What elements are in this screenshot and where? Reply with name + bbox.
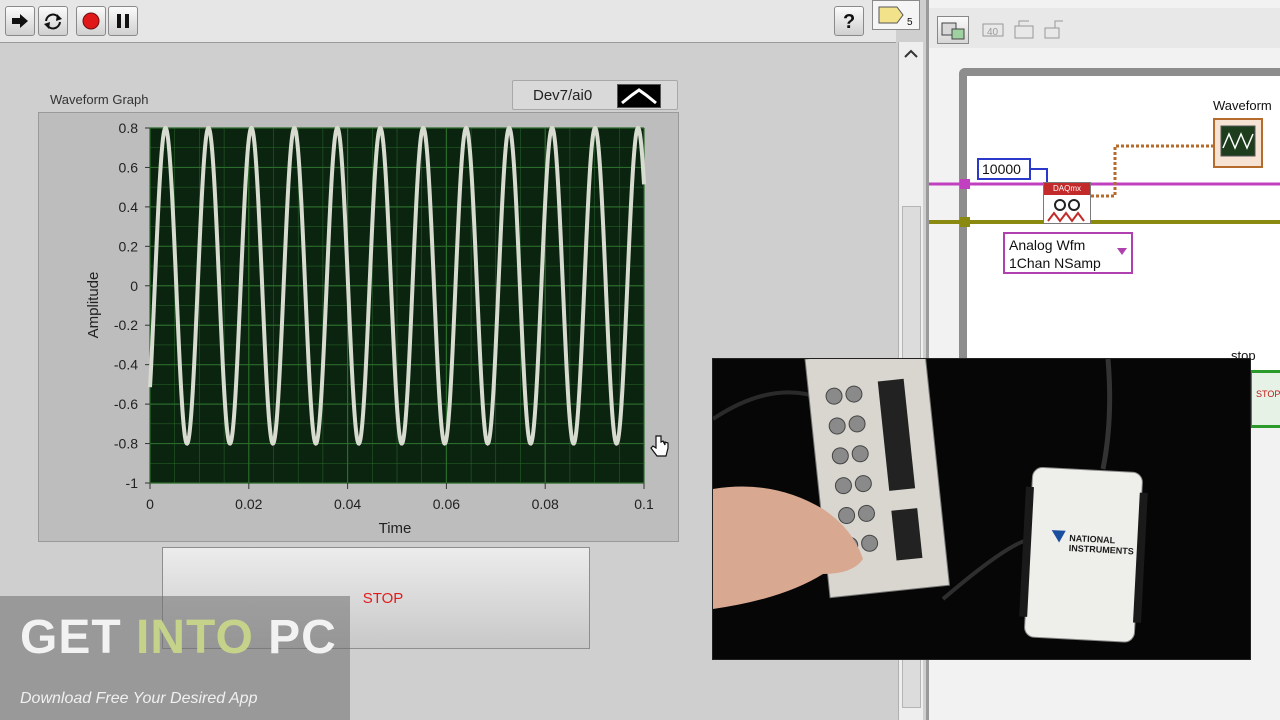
abort-button[interactable] [76,6,106,36]
daqmx-read-vi[interactable]: DAQmx [1043,182,1091,224]
daqmx-vi-label: DAQmx [1044,183,1090,195]
svg-text:?: ? [843,11,855,32]
graph-label: Waveform Graph [50,92,149,107]
daqmx-glasses-icon [1047,199,1085,223]
numeric-wire [1031,168,1048,182]
y-tick-label: -1 [126,475,139,491]
front-panel-toolbar: ? [0,0,896,43]
pause-icon [117,14,129,28]
polymorphic-selector[interactable]: Analog Wfm 1Chan NSamp [1003,232,1133,274]
vi-icon[interactable]: 5 [872,0,920,30]
physical-channel-control[interactable]: Dev7/ai0 [512,80,678,110]
context-help-button[interactable]: ? [834,6,864,36]
error-tunnel [960,217,970,227]
y-tick-label: -0.6 [114,396,138,412]
watermark-title: GET INTO PC [20,610,337,665]
daq-hardware-photo: NATIONAL INSTRUMENTS [713,359,1148,643]
stop-circle-icon [82,12,100,30]
channel-browse-button[interactable] [617,84,661,108]
watermark-subtitle: Download Free Your Desired App [20,690,258,707]
x-tick-label: 0.08 [532,496,559,512]
dropdown-arrow-icon[interactable] [1117,248,1127,256]
y-tick-label: 0.6 [119,159,139,175]
waveform-wire [1091,144,1213,198]
waveform-graph: 0.8 0.6 0.4 0.2 0 -0.2 -0.4 -0.6 -0.8 -1 0 0.02 0.0… [85,120,669,537]
x-tick-label: 0.02 [235,496,262,512]
y-tick-label: -0.4 [114,357,138,373]
help-question-icon: ? [843,11,855,32]
hand-cursor-icon [650,435,669,457]
watermark-title-part2: INTO [136,611,254,664]
waveform-graph-terminal[interactable] [1213,118,1263,168]
selector-line-1: Analog Wfm [1009,237,1086,253]
y-tick-label: 0 [130,278,138,294]
stop-terminal-text: STOP [1256,389,1280,399]
vi-icon-number: 5 [907,17,913,28]
stop-terminal[interactable]: STOP [1249,370,1280,428]
physical-channel-value: Dev7/ai0 [533,87,593,104]
waveform-terminal-label: Waveform [1213,98,1272,113]
watermark-title-part3: PC [253,611,337,664]
y-tick-label: 0.4 [119,199,139,215]
x-tick-label: 0.04 [334,496,361,512]
graph-terminal-icon [1220,125,1256,157]
task-tunnel [960,179,970,189]
ni-usb-device: NATIONAL INSTRUMENTS [1019,467,1148,643]
channel-waveform-icon [621,88,657,105]
x-tick-label: 0 [146,496,154,512]
x-axis-title: Time [379,520,412,537]
x-axis: 0 0.02 0.04 0.06 0.08 0.1 [146,483,654,512]
y-tick-label: 0.8 [119,120,139,136]
x-tick-label: 0.1 [634,496,654,512]
hardware-video-overlay: NATIONAL INSTRUMENTS [712,358,1251,660]
y-tick-label: 0.2 [119,238,139,254]
pause-button[interactable] [108,6,138,36]
watermark-overlay: GET INTO PC Download Free Your Desired A… [0,596,350,720]
watermark-title-part1: GET [20,611,137,664]
run-continuously-button[interactable] [38,6,68,36]
y-axis-title: Amplitude [85,272,102,339]
samples-constant[interactable]: 10000 [977,158,1031,180]
run-arrow-icon [12,14,28,28]
selector-line-2: 1Chan NSamp [1009,255,1101,271]
run-continuously-icon [44,13,62,30]
y-axis: 0.8 0.6 0.4 0.2 0 -0.2 -0.4 -0.6 -0.8 -1 [114,120,150,491]
scroll-up-arrow-icon[interactable] [899,44,923,64]
vi-connector-icon: 5 [878,6,913,28]
x-tick-label: 0.06 [433,496,460,512]
y-tick-label: -0.2 [114,317,138,333]
run-button[interactable] [5,6,35,36]
y-tick-label: -0.8 [114,436,138,452]
